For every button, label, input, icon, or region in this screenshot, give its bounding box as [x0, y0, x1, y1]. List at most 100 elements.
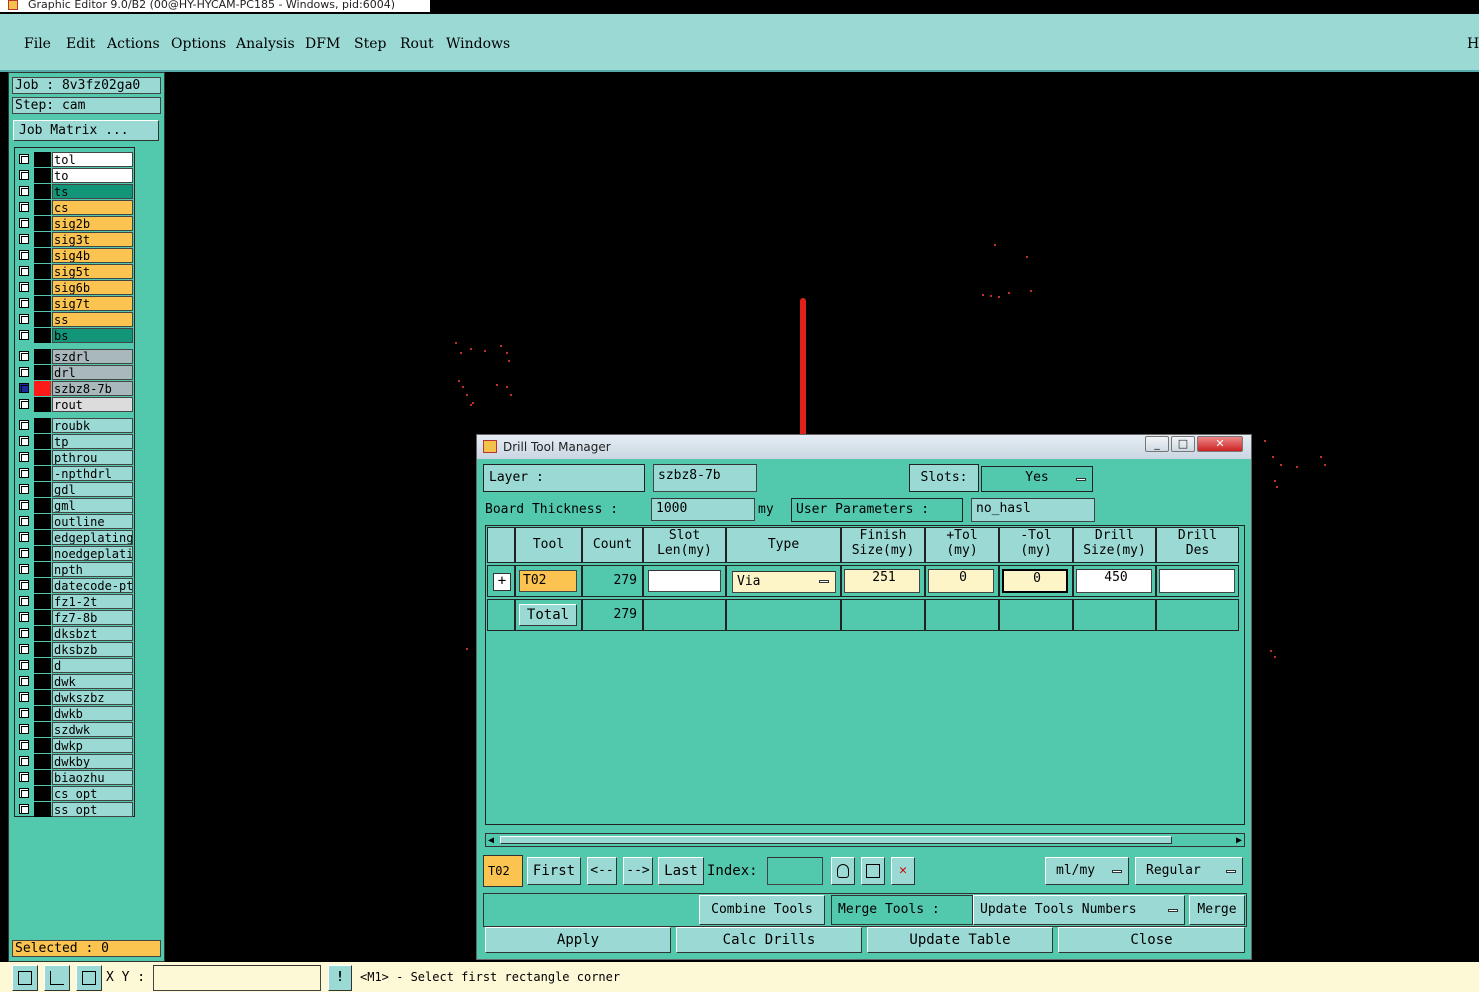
menu-help[interactable]: H	[1467, 36, 1479, 52]
checkbox-icon[interactable]	[19, 383, 29, 393]
horizontal-scrollbar[interactable]: ◀ ▶	[485, 833, 1245, 847]
layer-row-dwkp[interactable]: dwkp	[17, 738, 133, 753]
layer-row-ss[interactable]: ss	[17, 312, 133, 327]
minimize-icon[interactable]: _	[1145, 436, 1169, 452]
apply-button[interactable]: Apply	[485, 927, 671, 953]
drill-size-input[interactable]: 450	[1076, 569, 1152, 593]
checkbox-icon[interactable]	[19, 484, 29, 494]
checkbox-icon[interactable]	[19, 676, 29, 686]
menu-step[interactable]: Step	[354, 36, 386, 52]
checkbox-icon[interactable]	[19, 804, 29, 814]
checkbox-icon[interactable]	[19, 628, 29, 638]
menu-edit[interactable]: Edit	[66, 36, 95, 52]
layer-row-ss_opt[interactable]: ss_opt	[17, 802, 133, 817]
checkbox-icon[interactable]	[19, 724, 29, 734]
index-input[interactable]	[767, 857, 823, 885]
checkbox-icon[interactable]	[19, 516, 29, 526]
mode-dropdown[interactable]: Regular	[1135, 857, 1243, 885]
calc-drills-button[interactable]: Calc Drills	[676, 927, 862, 953]
checkbox-icon[interactable]	[19, 330, 29, 340]
layer-row-d[interactable]: d	[17, 658, 133, 673]
menu-dfm[interactable]: DFM	[305, 36, 340, 52]
checkbox-icon[interactable]	[19, 367, 29, 377]
layer-row-drl[interactable]: drl	[17, 365, 133, 380]
layer-row-cs_opt[interactable]: cs_opt	[17, 786, 133, 801]
checkbox-icon[interactable]	[19, 692, 29, 702]
layer-row-dksbzb[interactable]: dksbzb	[17, 642, 133, 657]
checkbox-icon[interactable]	[19, 282, 29, 292]
layer-row-npth[interactable]: npth	[17, 562, 133, 577]
layer-row-rout[interactable]: rout	[17, 397, 133, 412]
last-button[interactable]: Last	[658, 857, 704, 885]
layer-row-bs[interactable]: bs	[17, 328, 133, 343]
grid-icon[interactable]	[76, 965, 102, 991]
checkbox-icon[interactable]	[19, 772, 29, 782]
checkbox-icon[interactable]	[19, 740, 29, 750]
checkbox-icon[interactable]	[19, 234, 29, 244]
checkbox-icon[interactable]	[19, 154, 29, 164]
checkbox-icon[interactable]	[19, 596, 29, 606]
layer-row-dwkszbz[interactable]: dwkszbz	[17, 690, 133, 705]
layer-row-szdrl[interactable]: szdrl	[17, 349, 133, 364]
lightbulb-icon[interactable]	[831, 857, 855, 885]
layer-row-sig4b[interactable]: sig4b	[17, 248, 133, 263]
scroll-left-icon[interactable]: ◀	[488, 835, 494, 846]
checkbox-icon[interactable]	[19, 314, 29, 324]
layer-row-roubk[interactable]: roubk	[17, 418, 133, 433]
checkbox-icon[interactable]	[19, 580, 29, 590]
checkbox-icon[interactable]	[19, 170, 29, 180]
next-button[interactable]: -->	[623, 857, 653, 885]
minus-tol-input[interactable]: 0	[1002, 569, 1068, 593]
layer-field[interactable]: szbz8-7b	[653, 464, 757, 492]
checkbox-icon[interactable]	[19, 564, 29, 574]
layer-row-sig3t[interactable]: sig3t	[17, 232, 133, 247]
layer-row-szdwk[interactable]: szdwk	[17, 722, 133, 737]
close-button[interactable]: Close	[1058, 927, 1245, 953]
first-button[interactable]: First	[527, 857, 581, 885]
expand-icon[interactable]: +	[493, 573, 511, 591]
scroll-right-icon[interactable]: ▶	[1236, 835, 1242, 846]
checkbox-icon[interactable]	[19, 298, 29, 308]
tool-id-button[interactable]: T02	[519, 570, 577, 592]
checkbox-icon[interactable]	[19, 644, 29, 654]
menu-actions[interactable]: Actions	[107, 36, 160, 52]
menu-analysis[interactable]: Analysis	[236, 36, 295, 52]
layer-row-sig7t[interactable]: sig7t	[17, 296, 133, 311]
layer-row-dwkby[interactable]: dwkby	[17, 754, 133, 769]
checkbox-icon[interactable]	[19, 250, 29, 260]
checkbox-icon[interactable]	[19, 186, 29, 196]
layer-row-dksbzt[interactable]: dksbzt	[17, 626, 133, 641]
finish-size-input[interactable]: 251	[844, 569, 920, 593]
menu-rout[interactable]: Rout	[400, 36, 434, 52]
slot-len-input[interactable]	[648, 570, 721, 592]
layer-row-cs[interactable]: cs	[17, 200, 133, 215]
layer-row-dwkb[interactable]: dwkb	[17, 706, 133, 721]
layer-row-edgeplating[interactable]: edgeplating	[17, 530, 133, 545]
checkbox-icon[interactable]	[19, 708, 29, 718]
checkbox-icon[interactable]	[19, 532, 29, 542]
layer-row--npthdrl[interactable]: -npthdrl	[17, 466, 133, 481]
menu-options[interactable]: Options	[171, 36, 226, 52]
layer-row-outline[interactable]: outline	[17, 514, 133, 529]
checkbox-icon[interactable]	[19, 399, 29, 409]
plus-tol-input[interactable]: 0	[928, 569, 994, 593]
checkbox-icon[interactable]	[19, 420, 29, 430]
layer-row-ts[interactable]: ts	[17, 184, 133, 199]
checkbox-icon[interactable]	[19, 452, 29, 462]
alert-icon[interactable]: !	[328, 965, 352, 991]
prev-button[interactable]: <--	[587, 857, 617, 885]
maximize-icon[interactable]: □	[1171, 436, 1195, 452]
layer-row-pthrou[interactable]: pthrou	[17, 450, 133, 465]
checkbox-icon[interactable]	[19, 612, 29, 622]
zoom-area-icon[interactable]	[12, 965, 38, 991]
delete-icon[interactable]: ✕	[891, 857, 915, 885]
layer-row-tol[interactable]: tol	[17, 152, 133, 167]
layer-row-tp[interactable]: tp	[17, 434, 133, 449]
merge-button[interactable]: Merge	[1189, 895, 1245, 925]
checkbox-icon[interactable]	[19, 548, 29, 558]
layer-row-noedgeplatin[interactable]: noedgeplatin	[17, 546, 133, 561]
menu-windows[interactable]: Windows	[446, 36, 510, 52]
refresh-icon[interactable]	[861, 857, 885, 885]
layer-row-biaozhu[interactable]: biaozhu	[17, 770, 133, 785]
layer-row-fz7-8b[interactable]: fz7-8b	[17, 610, 133, 625]
